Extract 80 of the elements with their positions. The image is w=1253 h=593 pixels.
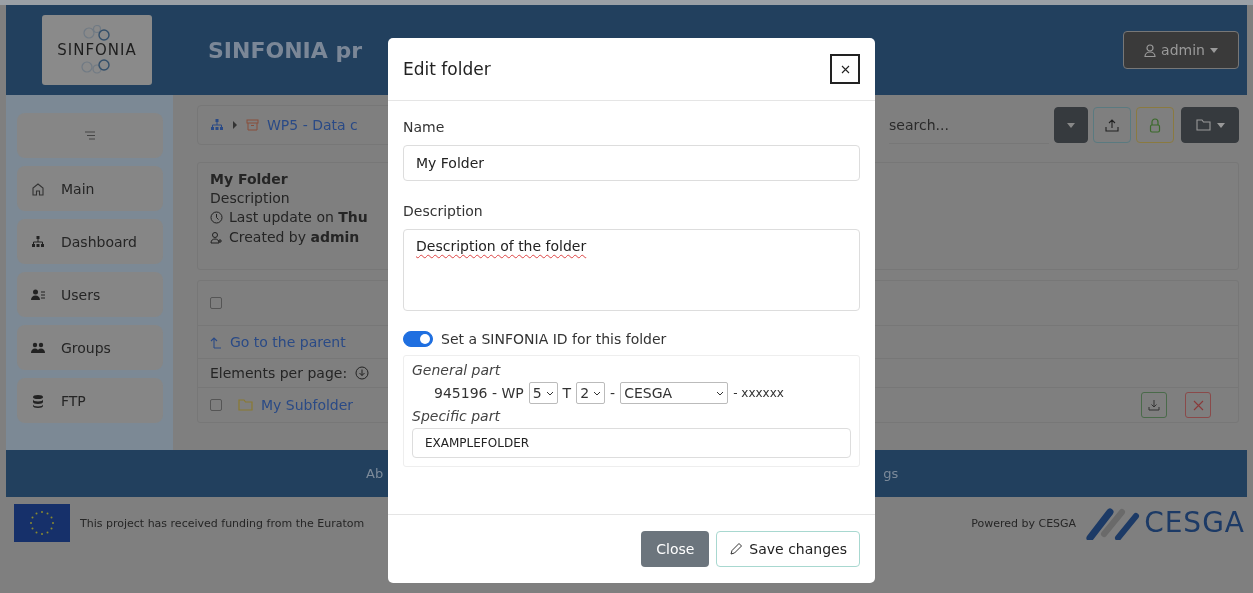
folder-description: Description	[210, 190, 291, 206]
pencil-icon	[729, 542, 744, 556]
folder-icon	[1195, 119, 1211, 131]
lock-button[interactable]	[1136, 107, 1174, 143]
sidebar-item[interactable]: Groups	[17, 325, 163, 370]
wp-select[interactable]: 5	[528, 382, 558, 404]
id-prefix: 945196 - WP	[434, 385, 524, 401]
breadcrumb-link[interactable]: WP5 - Data c	[267, 117, 358, 133]
close-button[interactable]	[830, 54, 860, 84]
organization-select[interactable]: CESGA	[620, 382, 729, 404]
close-dialog-button[interactable]: Close	[641, 531, 710, 567]
footer-link[interactable]: gs	[883, 466, 899, 481]
cesga-wordmark: CESGA	[1144, 509, 1245, 537]
user-icon	[1144, 43, 1157, 57]
download-icon	[1148, 399, 1160, 411]
archive-icon	[246, 119, 259, 131]
clock-icon	[210, 211, 223, 224]
dialog-title: Edit folder	[403, 59, 491, 79]
sidebar-item[interactable]: Dashboard	[17, 219, 163, 264]
chevron-down-icon	[716, 390, 725, 396]
folder-menu-button[interactable]	[1181, 107, 1239, 143]
eu-flag-icon	[14, 504, 70, 542]
hierarchy-icon	[31, 234, 45, 249]
description-label: Description	[403, 203, 484, 219]
footer-link[interactable]: Ab	[366, 466, 384, 481]
close-icon	[1192, 399, 1204, 411]
elements-per-page-label: Elements per page:	[210, 365, 348, 381]
upload-icon	[1105, 118, 1119, 132]
dropdown-button[interactable]	[1054, 107, 1088, 143]
powered-by-text: Powered by CESGA	[971, 516, 1077, 530]
name-field[interactable]: My Folder	[403, 145, 860, 181]
download-button[interactable]	[1141, 392, 1167, 418]
database-icon	[31, 393, 45, 408]
subfolder-link[interactable]: My Subfolder	[261, 397, 354, 413]
sidebar-item[interactable]: Main	[17, 166, 163, 211]
chevron-icon	[232, 121, 238, 129]
select-all-checkbox[interactable]	[210, 297, 222, 309]
specific-part-field[interactable]: EXAMPLEFOLDER	[412, 428, 851, 458]
hierarchy-icon[interactable]	[210, 119, 224, 131]
folder-icon	[238, 399, 253, 411]
task-select[interactable]: 2	[576, 382, 606, 404]
caret-icon	[1067, 122, 1075, 128]
name-label: Name	[403, 119, 446, 135]
close-icon	[840, 64, 850, 74]
go-to-parent-link[interactable]: Go to the parent	[230, 334, 346, 350]
separator: -	[610, 385, 616, 401]
delete-button[interactable]	[1185, 392, 1211, 418]
toggle-label: Set a SINFONIA ID for this folder	[441, 331, 667, 347]
sidebar-toggle-button[interactable]	[17, 113, 163, 158]
general-part-label: General part	[412, 362, 502, 378]
corner-up-arrow-icon	[210, 335, 222, 349]
lock-icon	[1149, 117, 1161, 133]
users-icon	[31, 287, 45, 302]
upload-button[interactable]	[1093, 107, 1131, 143]
folder-name: My Folder	[210, 171, 289, 187]
user-menu-button[interactable]: admin	[1123, 31, 1239, 69]
last-update-text: Last update on Thu	[229, 209, 368, 226]
group-icon	[31, 340, 45, 355]
home-icon	[31, 181, 45, 196]
site-title: SINFONIA pr	[208, 37, 363, 63]
download-circle-icon[interactable]	[355, 366, 370, 380]
user-add-icon	[210, 231, 223, 244]
created-by-text: Created by admin	[229, 229, 360, 246]
funding-text: This project has received funding from the Euratom	[80, 516, 365, 530]
toggle-switch[interactable]	[403, 331, 433, 347]
menu-icon	[84, 131, 96, 140]
chevron-down-icon	[593, 390, 602, 396]
description-field[interactable]: Description of the folder	[403, 229, 860, 311]
caret-icon	[1216, 122, 1225, 128]
sidebar-item[interactable]: FTP	[17, 378, 163, 423]
specific-part-label: Specific part	[412, 408, 502, 424]
id-suffix: - xxxxxx	[733, 386, 784, 400]
search-field[interactable]: search...	[889, 106, 1049, 144]
sidebar-item[interactable]: Users	[17, 272, 163, 317]
save-changes-button[interactable]: Save changes	[716, 531, 860, 567]
caret-icon	[1209, 47, 1218, 53]
row-checkbox[interactable]	[210, 399, 222, 411]
task-label: T	[562, 385, 572, 401]
chevron-down-icon	[545, 390, 554, 396]
logo-text: SINFONIA	[57, 41, 137, 59]
